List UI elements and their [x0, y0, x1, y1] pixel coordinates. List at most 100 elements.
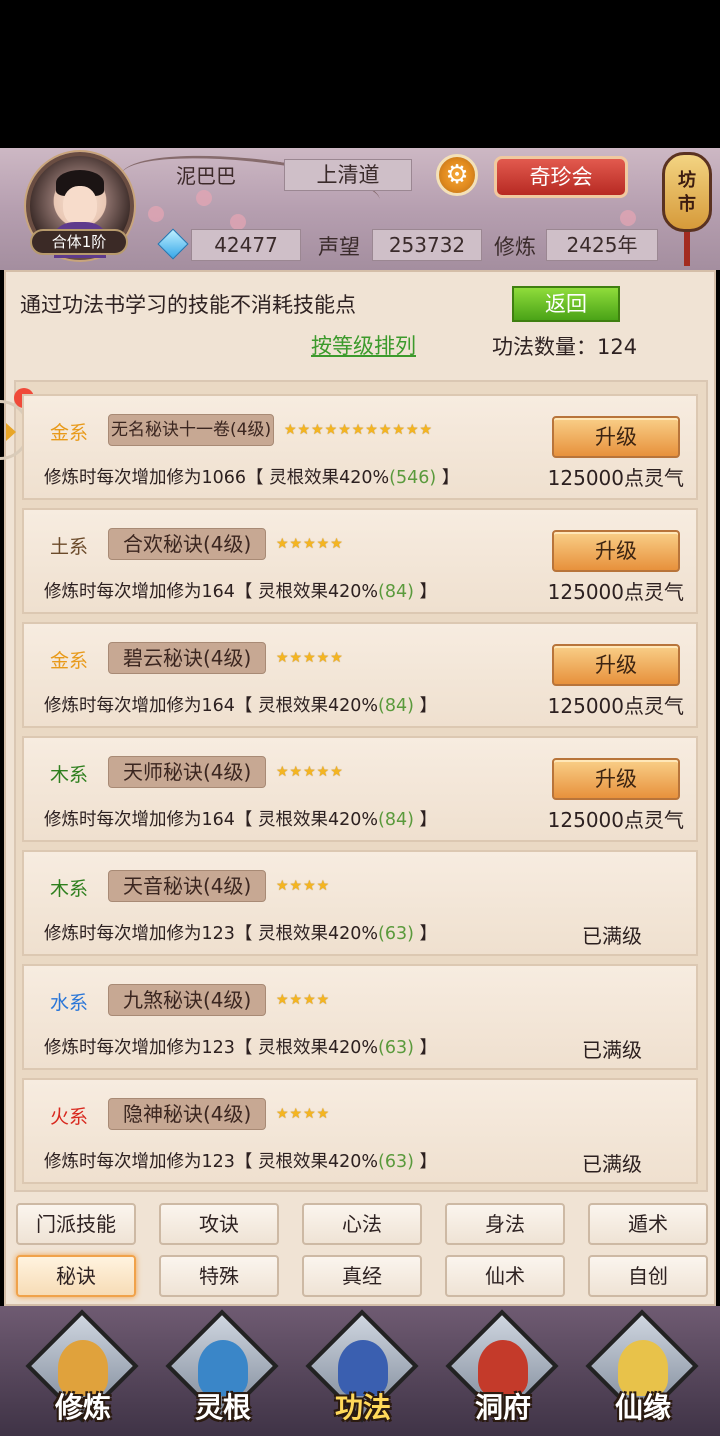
star-rating-icon: ★★★★★★★★★★★ [284, 422, 434, 438]
nav-technique-book[interactable]: 功法 [305, 1309, 419, 1430]
gem-count: 42477 [191, 229, 301, 261]
skill-card[interactable]: 水系 九煞秘诀(4级) ★★★★ 修炼时每次增加修为123【 灵根效果420%(63)… [22, 964, 698, 1070]
tab-1[interactable]: 攻诀 [159, 1203, 279, 1245]
desc-bracket: 】 [413, 696, 438, 716]
bottom-nav: 修炼 灵根 功法 洞府 仙缘 [0, 1306, 720, 1436]
desc-bonus: (84) [378, 582, 414, 602]
technique-count: 功法数量：124 [492, 335, 638, 359]
sort-by-level-link[interactable]: 按等级排列 [311, 330, 416, 360]
tab-4[interactable]: 遁术 [588, 1203, 708, 1245]
upgrade-cost: 125000点灵气 [547, 580, 684, 604]
tab-7[interactable]: 真经 [302, 1255, 422, 1297]
tab-9[interactable]: 自创 [588, 1255, 708, 1297]
category-tabs: 门派技能 攻诀 心法 身法 遁术秘诀 特殊 真经 仙术 自创 [14, 1203, 708, 1299]
desc-bonus: (546) [389, 468, 437, 488]
star-rating-icon: ★★★★ [276, 1106, 331, 1122]
nav-label: 修炼 [54, 1391, 111, 1424]
nav-spirit-root-sword[interactable]: 灵根 [165, 1309, 279, 1430]
upgrade-button[interactable]: 升级 [552, 416, 680, 458]
star-rating-icon: ★★★★★ [276, 764, 344, 780]
star-rating-icon: ★★★★★ [276, 650, 344, 666]
nav-label: 仙缘 [614, 1391, 671, 1424]
element-label: 火系 [50, 1106, 89, 1128]
max-level-status: 已满级 [582, 924, 642, 948]
desc-bracket: 】 [413, 1152, 438, 1172]
upgrade-button[interactable]: 升级 [552, 758, 680, 800]
nav-cultivation-monk[interactable]: 修炼 [25, 1309, 139, 1430]
upgrade-cost: 125000点灵气 [547, 808, 684, 832]
qizhen-button[interactable]: 奇珍会 [494, 156, 628, 198]
notice-text: 通过功法书学习的技能不消耗技能点 [20, 293, 356, 317]
desc-bonus: (63) [378, 1152, 414, 1172]
cultivation-label: 修炼 [494, 235, 536, 259]
lantern-tassel [684, 232, 690, 266]
tab-2[interactable]: 心法 [302, 1203, 422, 1245]
nav-cave-palace[interactable]: 洞府 [445, 1309, 559, 1430]
skill-name: 无名秘诀十一卷(4级) [108, 414, 275, 446]
skill-description: 修炼时每次增加修为123【 灵根效果420%(63) 】 [44, 1148, 437, 1173]
desc-text: 修炼时每次增加修为123【 灵根效果420% [44, 1152, 378, 1172]
desc-bonus: (84) [378, 696, 414, 716]
tab-8[interactable]: 仙术 [445, 1255, 565, 1297]
tab-5[interactable]: 秘诀 [16, 1255, 136, 1297]
tab-0[interactable]: 门派技能 [16, 1203, 136, 1245]
skill-description: 修炼时每次增加修为1066【 灵根效果420%(546) 】 [44, 464, 459, 489]
skill-name: 九煞秘诀(4级) [108, 984, 267, 1016]
blossom-icon [230, 214, 246, 230]
desc-bonus: (84) [378, 810, 414, 830]
desc-bracket: 】 [413, 1038, 438, 1058]
upgrade-button[interactable]: 升级 [552, 530, 680, 572]
tab-6[interactable]: 特殊 [159, 1255, 279, 1297]
skill-description: 修炼时每次增加修为164【 灵根效果420%(84) 】 [44, 578, 437, 603]
desc-text: 修炼时每次增加修为164【 灵根效果420% [44, 582, 378, 602]
tab-3[interactable]: 身法 [445, 1203, 565, 1245]
market-lantern-button[interactable]: 坊市 [662, 152, 712, 232]
upgrade-cost: 125000点灵气 [547, 694, 684, 718]
element-label: 木系 [50, 878, 89, 900]
desc-bracket: 】 [413, 582, 438, 602]
back-button[interactable]: 返回 [512, 286, 620, 322]
skill-card[interactable]: 金系 碧云秘诀(4级) ★★★★★ 修炼时每次增加修为164【 灵根效果420%(84… [22, 622, 698, 728]
star-rating-icon: ★★★★★ [276, 536, 344, 552]
max-level-status: 已满级 [582, 1038, 642, 1062]
skill-card[interactable]: 木系 天音秘诀(4级) ★★★★ 修炼时每次增加修为123【 灵根效果420%(63)… [22, 850, 698, 956]
desc-text: 修炼时每次增加修为123【 灵根效果420% [44, 1038, 378, 1058]
skill-card[interactable]: 火系 隐神秘诀(4级) ★★★★ 修炼时每次增加修为123【 灵根效果420%(63)… [22, 1078, 698, 1184]
sect-name: 上清道 [284, 159, 412, 191]
desc-text: 修炼时每次增加修为164【 灵根效果420% [44, 696, 378, 716]
element-label: 金系 [50, 422, 89, 444]
nav-label: 功法 [334, 1391, 391, 1424]
market-label: 坊市 [678, 170, 696, 215]
star-rating-icon: ★★★★ [276, 878, 331, 894]
status-bar-area [0, 0, 720, 148]
upgrade-button[interactable]: 升级 [552, 644, 680, 686]
rank-badge: 合体1阶 [30, 229, 128, 255]
prestige-label: 声望 [318, 235, 360, 259]
star-rating-icon: ★★★★ [276, 992, 331, 1008]
element-label: 土系 [50, 536, 89, 558]
skill-name: 合欢秘诀(4级) [108, 528, 267, 560]
max-level-status: 已满级 [582, 1152, 642, 1176]
skill-description: 修炼时每次增加修为164【 灵根效果420%(84) 】 [44, 692, 437, 717]
avatar-face [63, 186, 97, 226]
skill-card[interactable]: 木系 天师秘诀(4级) ★★★★★ 修炼时每次增加修为164【 灵根效果420%(84… [22, 736, 698, 842]
desc-bonus: (63) [378, 1038, 414, 1058]
app-root: { "header": { "rank": "合体1阶", "username"… [0, 0, 720, 1436]
skill-description: 修炼时每次增加修为123【 灵根效果420%(63) 】 [44, 920, 437, 945]
skill-name: 天音秘诀(4级) [108, 870, 267, 902]
prestige-value: 253732 [372, 229, 482, 261]
skill-name: 隐神秘诀(4级) [108, 1098, 267, 1130]
desc-text: 修炼时每次增加修为123【 灵根效果420% [44, 924, 378, 944]
element-label: 水系 [50, 992, 89, 1014]
element-label: 木系 [50, 764, 89, 786]
desc-bracket: 】 [413, 810, 438, 830]
desc-bracket: 】 [436, 468, 460, 488]
desc-bonus: (63) [378, 924, 414, 944]
nav-gourd-yinyang[interactable]: 仙缘 [585, 1309, 699, 1430]
settings-gear-icon[interactable]: ⚙ [436, 154, 478, 196]
cultivation-years: 2425年 [546, 229, 658, 261]
desc-text: 修炼时每次增加修为164【 灵根效果420% [44, 810, 378, 830]
skill-card[interactable]: 土系 合欢秘诀(4级) ★★★★★ 修炼时每次增加修为164【 灵根效果420%(84… [22, 508, 698, 614]
player-name: 泥巴巴 [176, 164, 236, 188]
skill-card[interactable]: 金系 无名秘诀十一卷(4级) ★★★★★★★★★★★ 修炼时每次增加修为1066【 灵… [22, 394, 698, 500]
